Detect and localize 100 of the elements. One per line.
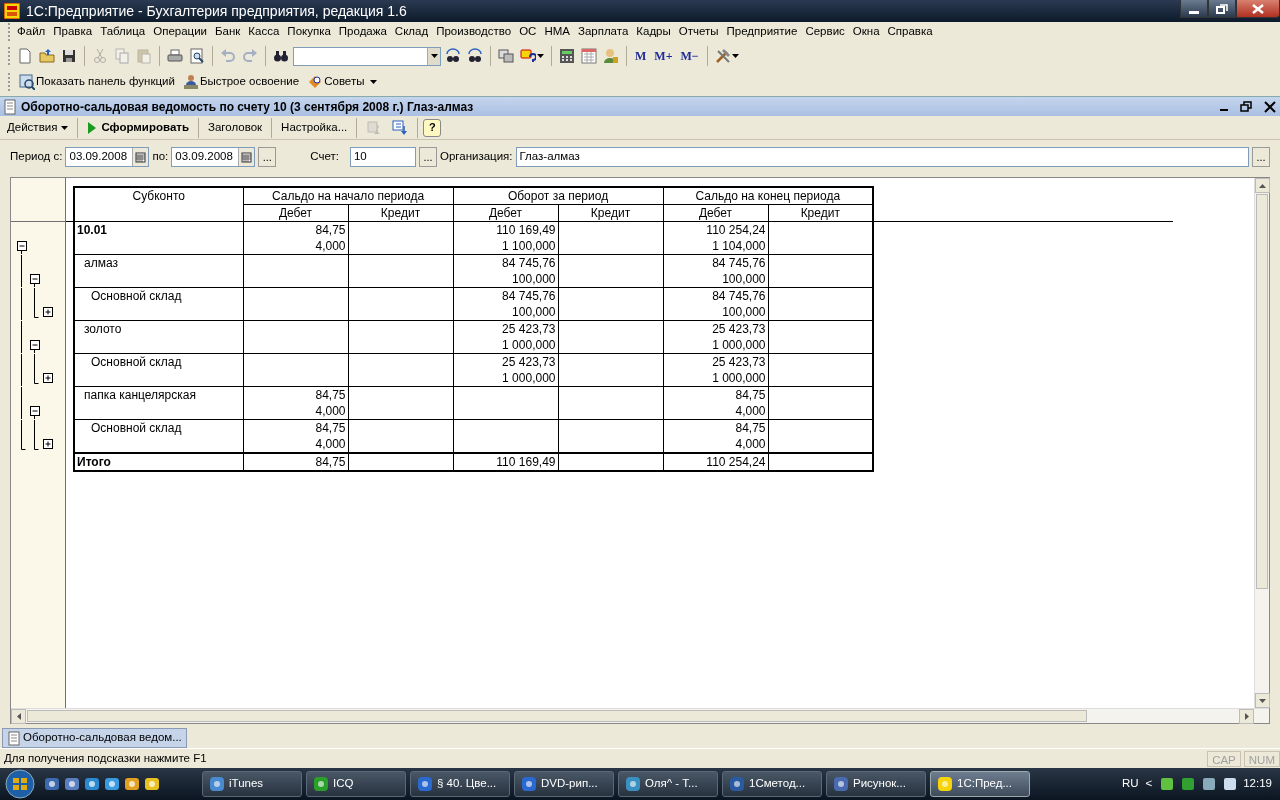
taskbar-button[interactable]: Рисунок... bbox=[826, 771, 926, 797]
app-icon[interactable] bbox=[144, 776, 160, 792]
menu-item[interactable]: ОС bbox=[515, 23, 541, 41]
language-indicator[interactable]: RU bbox=[1121, 775, 1139, 793]
menu-item[interactable]: Склад bbox=[390, 23, 433, 41]
taskbar-button[interactable]: iTunes bbox=[202, 771, 302, 797]
tray-flower-icon[interactable] bbox=[1159, 776, 1176, 792]
tray-expand-button[interactable]: < bbox=[1143, 775, 1155, 793]
toolbar-button[interactable]: Настройка... bbox=[277, 116, 352, 139]
close-button[interactable] bbox=[1236, 0, 1280, 18]
menu-item[interactable]: Предприятие bbox=[722, 23, 802, 41]
collapse-toggle[interactable] bbox=[17, 241, 27, 251]
menu-item[interactable]: Продажа bbox=[334, 23, 391, 41]
collapse-toggle[interactable] bbox=[30, 339, 40, 350]
date-field[interactable]: 03.09.2008 bbox=[171, 147, 256, 167]
help-button[interactable]: ? bbox=[423, 118, 442, 137]
table-cell-text: 25 423,73 bbox=[711, 321, 766, 337]
toolbar-button[interactable]: Показать панель функций bbox=[17, 71, 177, 93]
menu-item[interactable]: Производство bbox=[432, 23, 516, 41]
table-cell-text: 25 423,73 bbox=[501, 354, 556, 370]
table-cell-text: 110 254,24 bbox=[705, 454, 766, 470]
toolbar-button[interactable]: Советы bbox=[305, 71, 367, 93]
menu-item[interactable]: Отчеты bbox=[674, 23, 723, 41]
table-cell-text: 110 169,49 bbox=[495, 454, 556, 470]
find-next-icon bbox=[467, 48, 483, 64]
media-player-icon[interactable] bbox=[104, 776, 120, 792]
table-cell-text: 4,000 bbox=[314, 436, 346, 452]
row-label: 10.01 bbox=[74, 221, 243, 255]
field-label: Организация: bbox=[439, 149, 513, 165]
status-hint: Для получения подсказки нажмите F1 bbox=[4, 750, 208, 766]
expand-toggle[interactable] bbox=[43, 306, 53, 317]
field-label: по: bbox=[152, 149, 169, 165]
clock: 12:19 bbox=[1243, 776, 1272, 792]
taskbar-button[interactable]: Оля^ - Т... bbox=[618, 771, 718, 797]
taskbar-button[interactable]: 1С:Пред... bbox=[930, 771, 1030, 797]
calendar-icon bbox=[135, 151, 147, 163]
tree-line bbox=[21, 287, 39, 320]
calculator-button[interactable] bbox=[557, 46, 577, 66]
caret-icon bbox=[61, 125, 69, 130]
organization-field[interactable]: Глаз-алмаз bbox=[515, 147, 1249, 167]
row-label: Основной склад bbox=[74, 419, 243, 453]
menu-item[interactable]: Сервис bbox=[801, 23, 849, 41]
calculator-icon bbox=[559, 48, 575, 64]
browser-icon[interactable] bbox=[84, 776, 100, 792]
actions-menu[interactable]: Действия bbox=[3, 116, 73, 139]
mail-icon[interactable] bbox=[124, 776, 140, 792]
menu-item[interactable]: Таблица bbox=[96, 23, 150, 41]
restore-button[interactable] bbox=[1208, 0, 1236, 18]
select-button[interactable]: ... bbox=[258, 147, 277, 167]
toolbar-button[interactable]: Быстрое освоение bbox=[180, 71, 302, 93]
account-field[interactable]: 10 bbox=[349, 147, 416, 167]
memory-button[interactable]: M bbox=[632, 45, 650, 67]
app-icon bbox=[417, 776, 433, 792]
caret-icon bbox=[370, 80, 378, 84]
generate-button[interactable]: Сформировать bbox=[83, 116, 193, 139]
window-switch-icon[interactable] bbox=[64, 776, 80, 792]
windows-button[interactable] bbox=[496, 46, 516, 66]
function-panel-icon bbox=[19, 74, 35, 90]
date-field[interactable]: 03.09.2008 bbox=[65, 147, 150, 167]
menu-item[interactable]: Зарплата bbox=[573, 23, 633, 41]
table-cell-text: 4,000 bbox=[314, 403, 346, 419]
expand-toggle[interactable] bbox=[43, 372, 53, 383]
memory-button[interactable]: M− bbox=[677, 45, 702, 67]
menu-item[interactable]: Операции bbox=[149, 23, 212, 41]
show-desktop-icon[interactable] bbox=[44, 776, 60, 792]
column-header: Оборот за период bbox=[453, 187, 663, 205]
taskbar-button[interactable]: 1Сметод... bbox=[722, 771, 822, 797]
menu-item[interactable]: Кадры bbox=[632, 23, 675, 41]
expand-toggle[interactable] bbox=[43, 438, 53, 449]
memory-button[interactable]: M+ bbox=[651, 45, 676, 67]
collapse-toggle[interactable] bbox=[30, 405, 40, 416]
menu-item[interactable]: Справка bbox=[883, 23, 937, 41]
menu-item[interactable]: Касса bbox=[244, 23, 284, 41]
taskbar-button[interactable]: DVD-рип... bbox=[514, 771, 614, 797]
window-tab[interactable]: Оборотно-сальдовая ведом... bbox=[2, 728, 187, 748]
menu-item[interactable]: Банк bbox=[211, 23, 245, 41]
taskbar-button[interactable]: § 40. Цве... bbox=[410, 771, 510, 797]
toolbar-button[interactable]: Заголовок bbox=[204, 116, 267, 139]
menu-item[interactable]: Правка bbox=[49, 23, 97, 41]
volume-icon[interactable] bbox=[1222, 776, 1239, 792]
calendar-button[interactable] bbox=[579, 46, 599, 66]
menu-item[interactable]: Окна bbox=[848, 23, 884, 41]
table-cell-text: 1 000,000 bbox=[501, 370, 556, 386]
tray-app-icon[interactable] bbox=[1180, 776, 1197, 792]
select-button[interactable]: ... bbox=[418, 147, 437, 167]
column-header: Кредит bbox=[558, 204, 663, 222]
taskbar-button[interactable]: ICQ bbox=[306, 771, 406, 797]
menu-item[interactable]: Покупка bbox=[283, 23, 335, 41]
network-icon[interactable] bbox=[1201, 776, 1218, 792]
collapse-toggle[interactable] bbox=[30, 273, 40, 284]
vertical-scrollbar[interactable] bbox=[1254, 178, 1269, 708]
user-lock-button[interactable] bbox=[601, 46, 621, 66]
horizontal-scrollbar[interactable] bbox=[11, 708, 1269, 723]
open-folder-button[interactable] bbox=[37, 46, 57, 66]
minimize-button[interactable] bbox=[1180, 0, 1208, 18]
table-cell-text: 84 745,76 bbox=[711, 288, 766, 304]
select-button[interactable]: ... bbox=[1252, 147, 1270, 167]
app-icon bbox=[521, 776, 537, 792]
menu-item[interactable]: НМА bbox=[540, 23, 574, 41]
menu-item[interactable]: Файл bbox=[13, 23, 50, 41]
